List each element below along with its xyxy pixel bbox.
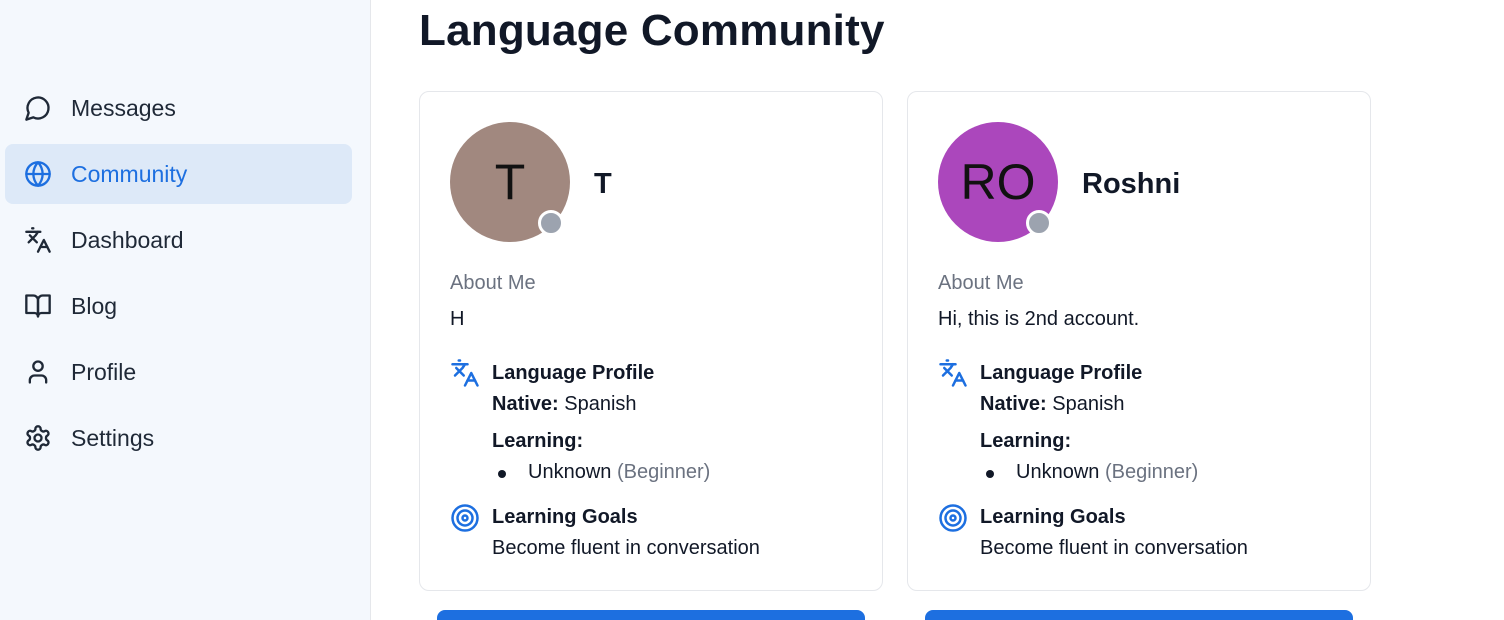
learning-goals-section: Learning Goals Become fluent in conversa… bbox=[980, 506, 1248, 560]
translate-icon bbox=[23, 225, 53, 255]
user-card[interactable]: T T About Me H Language Profile Native: … bbox=[419, 91, 883, 591]
user-icon bbox=[23, 357, 53, 387]
language-profile-section: Language Profile Native: Spanish Learnin… bbox=[492, 362, 710, 484]
target-icon bbox=[938, 503, 968, 533]
about-heading: About Me bbox=[938, 272, 1024, 294]
app-logo[interactable] bbox=[28, 0, 108, 6]
learning-language: Unknown bbox=[528, 461, 612, 483]
user-card[interactable]: RO Roshni About Me Hi, this is 2nd accou… bbox=[907, 91, 1371, 591]
about-text: H bbox=[450, 308, 465, 330]
native-language: Native: Spanish bbox=[980, 393, 1198, 416]
sidebar-item-profile[interactable]: Profile bbox=[5, 342, 352, 402]
language-profile-title: Language Profile bbox=[980, 362, 1143, 384]
sidebar-item-label: Community bbox=[71, 160, 188, 187]
sidebar-item-label: Blog bbox=[71, 292, 118, 319]
sidebar-item-label: Messages bbox=[71, 94, 176, 121]
avatar-initials: T bbox=[494, 154, 526, 210]
learning-goals-title: Learning Goals bbox=[980, 506, 1126, 528]
learning-list: Unknown (Beginner) bbox=[492, 461, 710, 484]
language-profile-section: Language Profile Native: Spanish Learnin… bbox=[980, 362, 1198, 484]
sidebar-item-label: Profile bbox=[71, 358, 137, 385]
sidebar-item-label: Dashboard bbox=[71, 226, 184, 253]
message-circle-icon bbox=[23, 93, 53, 123]
user-name[interactable]: T bbox=[594, 168, 612, 201]
sidebar-item-community[interactable]: Community bbox=[5, 144, 352, 204]
sidebar-item-settings[interactable]: Settings bbox=[5, 408, 352, 468]
learning-goals-title: Learning Goals bbox=[492, 506, 638, 528]
sidebar-item-label: Settings bbox=[71, 424, 155, 451]
learning-level: (Beginner) bbox=[616, 461, 711, 483]
native-value: Spanish bbox=[564, 393, 637, 415]
native-label: Native: bbox=[492, 393, 559, 415]
language-profile-title: Language Profile bbox=[492, 362, 655, 384]
translate-icon bbox=[938, 358, 968, 388]
avatar-initials: RO bbox=[960, 154, 1036, 210]
learning-goals-section: Learning Goals Become fluent in conversa… bbox=[492, 506, 760, 560]
learning-level: (Beginner) bbox=[1104, 461, 1199, 483]
sidebar-item-blog[interactable]: Blog bbox=[5, 276, 352, 336]
sidebar: Messages Community Dashboard Blog Profil… bbox=[0, 0, 371, 620]
about-text: Hi, this is 2nd account. bbox=[938, 308, 1140, 330]
list-item: Unknown (Beginner) bbox=[980, 461, 1198, 484]
native-language: Native: Spanish bbox=[492, 393, 710, 416]
native-label: Native: bbox=[980, 393, 1047, 415]
globe-icon bbox=[23, 159, 53, 189]
target-icon bbox=[450, 503, 480, 533]
list-item: Unknown (Beginner) bbox=[492, 461, 710, 484]
sidebar-nav: Messages Community Dashboard Blog Profil… bbox=[5, 78, 352, 474]
app-window: Messages Community Dashboard Blog Profil… bbox=[0, 0, 1504, 620]
learning-label: Learning: bbox=[980, 430, 1072, 452]
page-title: Language Community bbox=[419, 6, 885, 55]
learning-goals-text: Become fluent in conversation bbox=[492, 537, 760, 559]
card-action-button[interactable] bbox=[925, 610, 1353, 620]
sidebar-item-messages[interactable]: Messages bbox=[5, 78, 352, 138]
offline-status-indicator bbox=[1026, 210, 1052, 236]
native-value: Spanish bbox=[1052, 393, 1125, 415]
offline-status-indicator bbox=[538, 210, 564, 236]
book-open-icon bbox=[23, 291, 53, 321]
about-heading: About Me bbox=[450, 272, 536, 294]
card-action-button[interactable] bbox=[437, 610, 865, 620]
learning-list: Unknown (Beginner) bbox=[980, 461, 1198, 484]
learning-goals-text: Become fluent in conversation bbox=[980, 537, 1248, 559]
learning-label: Learning: bbox=[492, 430, 584, 452]
learning-language: Unknown bbox=[1016, 461, 1100, 483]
sidebar-item-dashboard[interactable]: Dashboard bbox=[5, 210, 352, 270]
main-content: Language Community T T About Me H Langua… bbox=[371, 0, 1504, 620]
user-name[interactable]: Roshni bbox=[1082, 168, 1180, 201]
translate-icon bbox=[450, 358, 480, 388]
gear-icon bbox=[23, 423, 53, 453]
